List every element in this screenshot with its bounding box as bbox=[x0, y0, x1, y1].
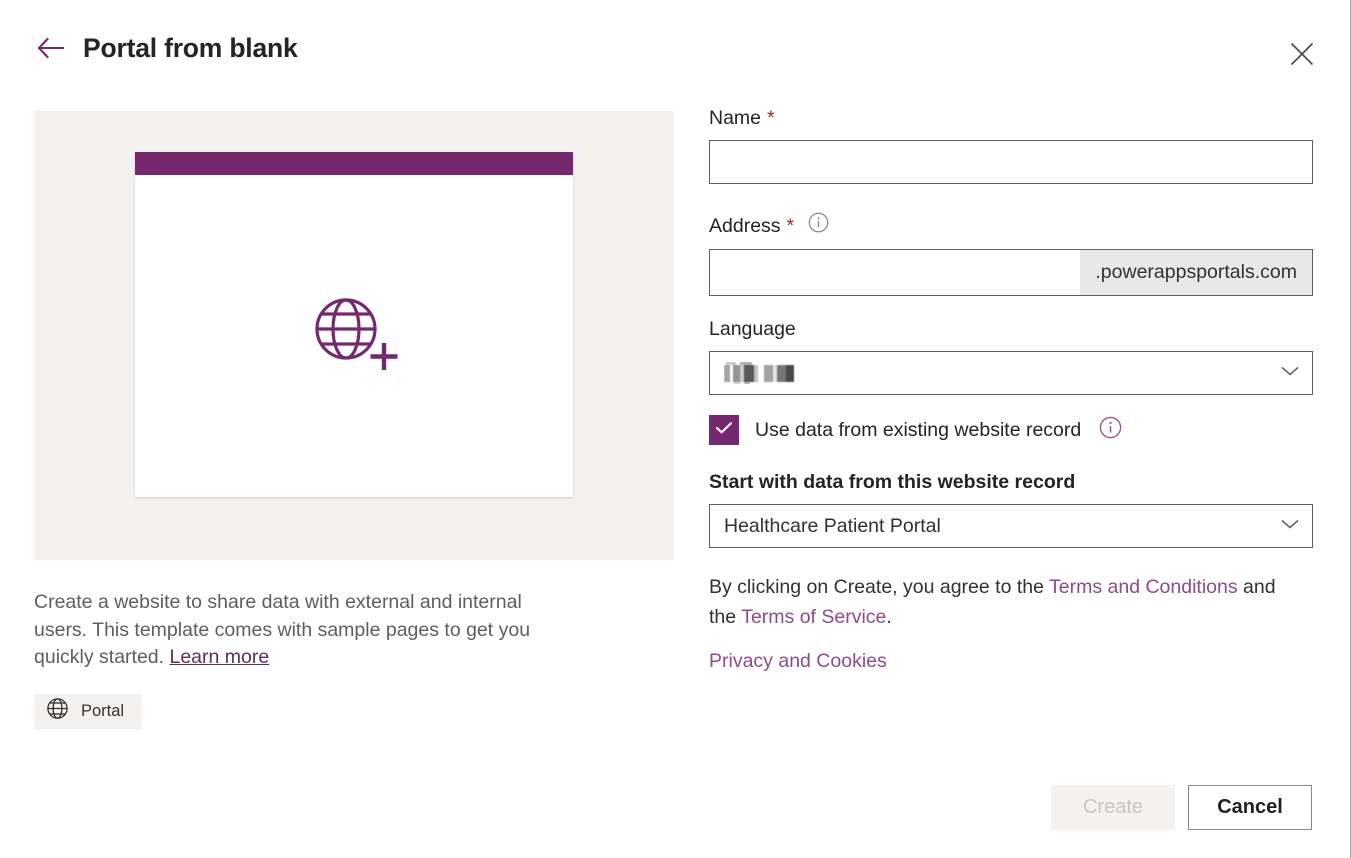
website-record-dropdown[interactable]: Healthcare Patient Portal bbox=[709, 504, 1313, 548]
info-icon bbox=[808, 212, 829, 240]
address-input[interactable] bbox=[710, 250, 1081, 295]
terms-and-conditions-link[interactable]: Terms and Conditions bbox=[1049, 576, 1238, 598]
name-field-label: Name * bbox=[709, 105, 1313, 131]
page-title: Portal from blank bbox=[83, 33, 298, 63]
address-required-marker: * bbox=[786, 215, 795, 237]
template-description: Create a website to share data with exte… bbox=[34, 589, 574, 672]
close-icon bbox=[1289, 41, 1315, 70]
language-field-label: Language bbox=[709, 316, 1313, 342]
use-existing-record-checkbox-row[interactable]: Use data from existing website record bbox=[709, 415, 1313, 445]
website-record-label-text: Start with data from this website record bbox=[709, 471, 1076, 493]
chevron-down-icon bbox=[1280, 517, 1300, 536]
legal-period: . bbox=[886, 606, 892, 628]
address-info-icon-button[interactable] bbox=[808, 212, 829, 240]
back-button[interactable] bbox=[30, 30, 72, 68]
template-preview-frame bbox=[34, 111, 674, 560]
name-label-text: Name bbox=[709, 107, 762, 129]
globe-icon bbox=[46, 697, 69, 725]
terms-of-service-link[interactable]: Terms of Service bbox=[741, 606, 886, 628]
language-label-text: Language bbox=[709, 318, 796, 340]
name-input[interactable] bbox=[709, 140, 1313, 184]
website-record-field-label: Start with data from this website record bbox=[709, 469, 1313, 495]
template-tag-portal: Portal bbox=[34, 693, 143, 729]
preview-card-header-bar bbox=[135, 152, 573, 175]
close-button[interactable] bbox=[1285, 38, 1319, 72]
legal-intro-text: By clicking on Create, you agree to the bbox=[709, 576, 1050, 598]
preview-card-body bbox=[135, 175, 573, 497]
address-label-text: Address bbox=[709, 215, 781, 237]
website-record-selected-value: Healthcare Patient Portal bbox=[724, 514, 941, 537]
template-tag-label: Portal bbox=[81, 701, 125, 720]
dialog-header: Portal from blank bbox=[0, 0, 1350, 96]
use-existing-record-info-icon-button[interactable] bbox=[1099, 416, 1122, 444]
template-description-text: Create a website to share data with exte… bbox=[34, 591, 531, 668]
dialog-footer: Create Cancel bbox=[1051, 785, 1312, 830]
language-dropdown[interactable] bbox=[709, 351, 1313, 395]
cancel-button[interactable]: Cancel bbox=[1188, 785, 1312, 830]
globe-plus-icon bbox=[308, 291, 400, 382]
name-required-marker: * bbox=[767, 107, 775, 129]
arrow-left-icon bbox=[36, 37, 66, 62]
portal-from-blank-dialog: Portal from blank Create a website to sh… bbox=[0, 0, 1351, 858]
create-portal-form: Name * Address * .powerappsportals.com L… bbox=[709, 105, 1313, 673]
language-value-redaction bbox=[724, 362, 798, 384]
address-field-label: Address * bbox=[709, 212, 1313, 240]
check-icon bbox=[715, 421, 733, 440]
info-icon bbox=[1099, 416, 1122, 444]
language-selected-value bbox=[724, 362, 1280, 384]
create-button[interactable]: Create bbox=[1051, 785, 1175, 830]
use-existing-record-checkbox[interactable] bbox=[709, 415, 739, 445]
chevron-down-icon bbox=[1280, 364, 1300, 383]
address-domain-suffix: .powerappsportals.com bbox=[1080, 250, 1312, 295]
use-existing-record-label: Use data from existing website record bbox=[755, 418, 1082, 441]
preview-pane: Create a website to share data with exte… bbox=[34, 111, 674, 729]
legal-consent-text: By clicking on Create, you agree to the … bbox=[709, 572, 1289, 632]
template-preview-card bbox=[135, 152, 573, 497]
learn-more-link[interactable]: Learn more bbox=[169, 646, 269, 668]
privacy-and-cookies-link[interactable]: Privacy and Cookies bbox=[709, 650, 887, 673]
address-input-group: .powerappsportals.com bbox=[709, 249, 1313, 296]
